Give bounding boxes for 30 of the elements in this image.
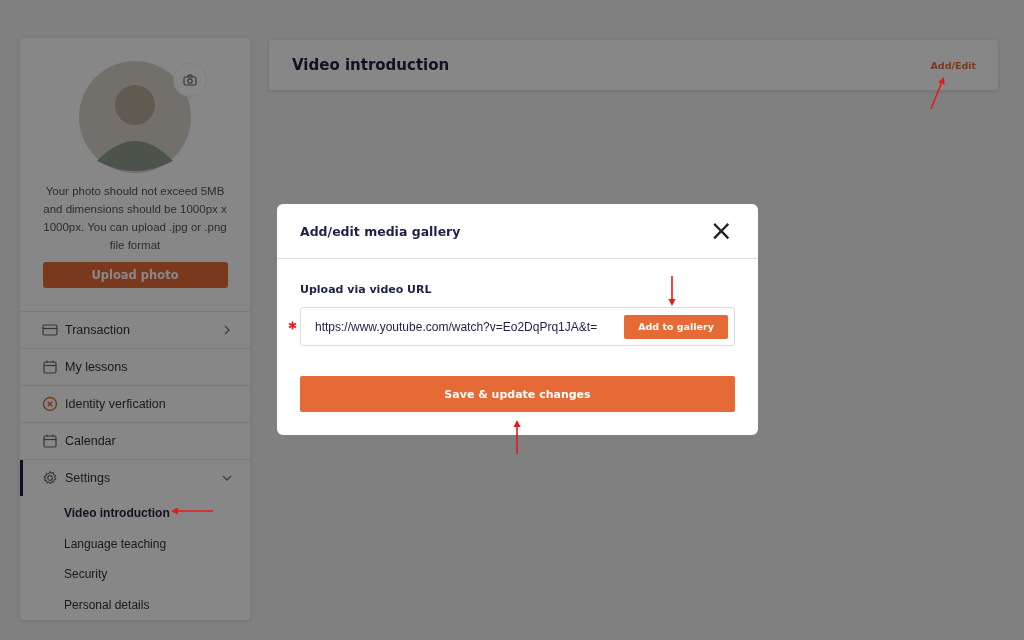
settings-icon [42,470,58,486]
calendar-icon [42,359,58,375]
submenu-item[interactable]: Video introduction [64,498,170,529]
modal-title: Add/edit media gallery [300,223,461,239]
sidebar-item[interactable]: Calendar [20,422,250,459]
camera-icon [183,74,197,86]
photo-hint: Your photo should not exceed 5MB and dimensions should be 1000px x 1000px. You can upload .jpg or .png file format [42,184,228,253]
save-button[interactable]: Save & update changes [300,376,735,412]
calendar-icon [42,433,58,449]
section-title: Video introduction [292,56,450,74]
submenu-item[interactable]: Security [64,559,108,590]
chevron-icon [222,325,232,335]
x-circle-icon [42,396,58,412]
annotation-arrow [929,75,947,111]
submenu-item[interactable]: Personal details [64,589,150,620]
submenu-item[interactable]: Language teaching [64,528,167,559]
sidebar-item[interactable]: Settings [20,459,250,496]
annotation-arrow [513,419,521,455]
chevron-icon [222,473,232,483]
sidebar-item[interactable]: Transaction [20,311,250,348]
close-button[interactable]: × [707,217,735,245]
sidebar-item[interactable]: Identity verfication [20,385,250,422]
add-to-gallery-button[interactable]: Add to gallery [624,314,728,339]
field-label: Upload via video URL [300,283,433,296]
annotation-arrow [170,507,214,515]
sidebar-item[interactable]: My lessons [20,348,250,385]
annotation-arrow [668,275,676,307]
url-field[interactable]: https://www.youtube.com/watch?v=Eo2DqPrq1JA&t= Add to gallery [300,307,735,346]
camera-button[interactable] [173,63,207,97]
card-icon [42,322,58,338]
